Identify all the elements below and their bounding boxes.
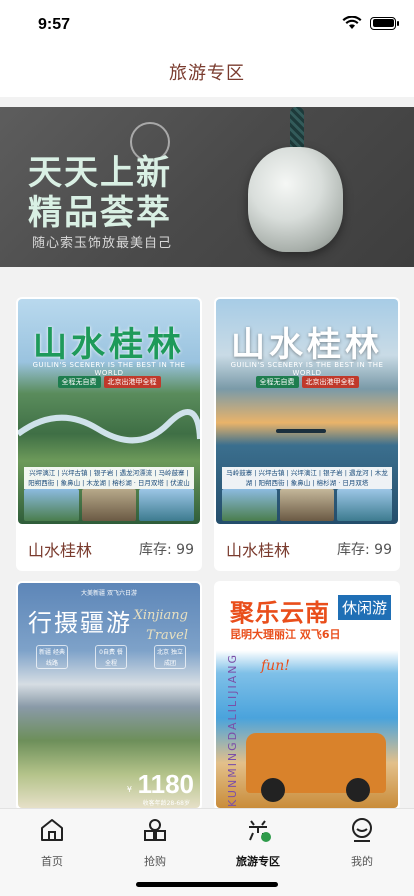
- poster-thumbnails: [222, 489, 393, 521]
- poster-badges: 新疆 经典线路 0自费 餐 全程 北京 独立成团: [36, 645, 186, 669]
- home-icon: [41, 819, 63, 841]
- poster-note: 收客年龄28-68岁: [142, 800, 190, 807]
- shapes-icon: [144, 819, 166, 841]
- promo-banner[interactable]: 天天上新 精品荟萃 随心索玉饰放最美自己: [0, 107, 414, 267]
- product-image: 山水桂林 GUILIN'S SCENERY IS THE BEST IN THE…: [216, 299, 398, 524]
- product-card[interactable]: 聚乐云南 休闲游 昆明大理丽江 双飞6日 KUNMINGDALILIJIANG …: [214, 581, 400, 811]
- poster-title: 山水桂林: [231, 325, 383, 365]
- poster-top-text: 大美新疆 双飞六日游: [81, 590, 137, 597]
- page-title: 旅游专区: [169, 63, 245, 84]
- product-stock: 库存: 99: [337, 542, 392, 558]
- tab-label: 旅游专区: [236, 855, 280, 868]
- poster-english-2: Travel: [146, 628, 188, 643]
- poster-routes: 马岭鼓寨 | 兴坪古镇 | 兴坪漓江 | 银子岩 | 遇龙河 | 木龙湖 | 阳…: [222, 467, 392, 489]
- poster-subtitle: GUILIN'S SCENERY IS THE BEST IN THE WORL…: [32, 361, 186, 377]
- product-image: 大美新疆 双飞六日游 行摄疆游 Xinjiang Travel 新疆 经典线路 …: [18, 583, 200, 808]
- status-icons: [342, 16, 399, 30]
- poster-thumbnails: [24, 489, 195, 521]
- tab-travel[interactable]: 旅游专区: [223, 817, 293, 869]
- product-card[interactable]: 山水桂林 GUILIN'S SCENERY IS THE BEST IN THE…: [214, 297, 400, 571]
- home-indicator[interactable]: [136, 882, 278, 887]
- profile-icon: [352, 818, 372, 842]
- jade-cord-image: [290, 107, 304, 152]
- price-currency: ¥: [126, 785, 132, 794]
- poster-title: 行摄疆游: [28, 609, 132, 637]
- jade-pendant-image: [248, 147, 343, 252]
- poster-tag: 北京出港甲全程: [103, 376, 161, 388]
- product-card[interactable]: 山水桂林 GUILIN'S SCENERY IS THE BEST IN THE…: [16, 297, 202, 571]
- car-wheel-image: [346, 778, 370, 802]
- poster-tag: 北京出港甲全程: [301, 376, 359, 388]
- poster-title: 山水桂林: [33, 325, 185, 365]
- poster-tag: 全程无自费: [255, 376, 299, 388]
- tab-home[interactable]: 首页: [17, 817, 87, 869]
- wifi-icon: [342, 16, 362, 29]
- poster-side-text: KUNMINGDALILIJIANG: [226, 653, 239, 807]
- product-card[interactable]: 大美新疆 双飞六日游 行摄疆游 Xinjiang Travel 新疆 经典线路 …: [16, 581, 202, 811]
- banner-headline-2: 精品荟萃: [28, 193, 172, 233]
- tab-label: 首页: [41, 855, 63, 868]
- poster-tag: 全程无自费: [57, 376, 101, 388]
- poster-subtitle: 昆明大理丽江 双飞6日: [230, 628, 341, 641]
- product-image: 山水桂林 GUILIN'S SCENERY IS THE BEST IN THE…: [18, 299, 200, 524]
- river-bend-image: [18, 409, 200, 444]
- poster-badge: 新疆 经典线路: [36, 645, 68, 669]
- status-bar: 9:57: [0, 0, 414, 50]
- product-stock: 库存: 99: [139, 542, 194, 558]
- poster-tags: 全程无自费 北京出港甲全程: [216, 376, 398, 388]
- tab-profile[interactable]: 我的: [327, 817, 397, 869]
- status-time: 9:57: [38, 16, 71, 33]
- product-info: 山水桂林 库存: 99: [214, 531, 400, 567]
- tab-label: 抢购: [144, 855, 166, 868]
- poster-badge: 0自费 餐 全程: [95, 645, 127, 669]
- fisherman-boat-image: [276, 429, 326, 433]
- poster-english-1: Xinjiang: [133, 608, 188, 623]
- product-info: 山水桂林 库存: 99: [16, 531, 202, 567]
- banner-subtitle: 随心索玉饰放最美自己: [32, 236, 173, 251]
- tab-flash-sale[interactable]: 抢购: [120, 817, 190, 869]
- car-wheel-image: [261, 778, 285, 802]
- poster-badge: 休闲游: [338, 595, 392, 620]
- nav-bar: 旅游专区: [0, 50, 414, 97]
- product-name: 山水桂林: [28, 541, 93, 560]
- poster-badge: 北京 独立成团: [154, 645, 186, 669]
- product-name: 山水桂林: [226, 541, 291, 560]
- exchange-icon: [249, 820, 271, 842]
- product-image: 聚乐云南 休闲游 昆明大理丽江 双飞6日 KUNMINGDALILIJIANG …: [216, 583, 398, 808]
- poster-fun-text: fun!: [261, 658, 290, 674]
- poster-price: 1180: [137, 769, 194, 799]
- poster-subtitle: GUILIN'S SCENERY IS THE BEST IN THE WORL…: [230, 361, 384, 377]
- battery-icon: [370, 16, 399, 30]
- tab-label: 我的: [351, 855, 373, 868]
- poster-tags: 全程无自费 北京出港甲全程: [18, 376, 200, 388]
- poster-routes: 兴坪漓江 | 兴坪古镇 | 银子岩 | 遇龙河漂流 | 马岭鼓寨 | 阳朔西街 …: [24, 467, 194, 489]
- poster-title: 聚乐云南: [230, 599, 330, 627]
